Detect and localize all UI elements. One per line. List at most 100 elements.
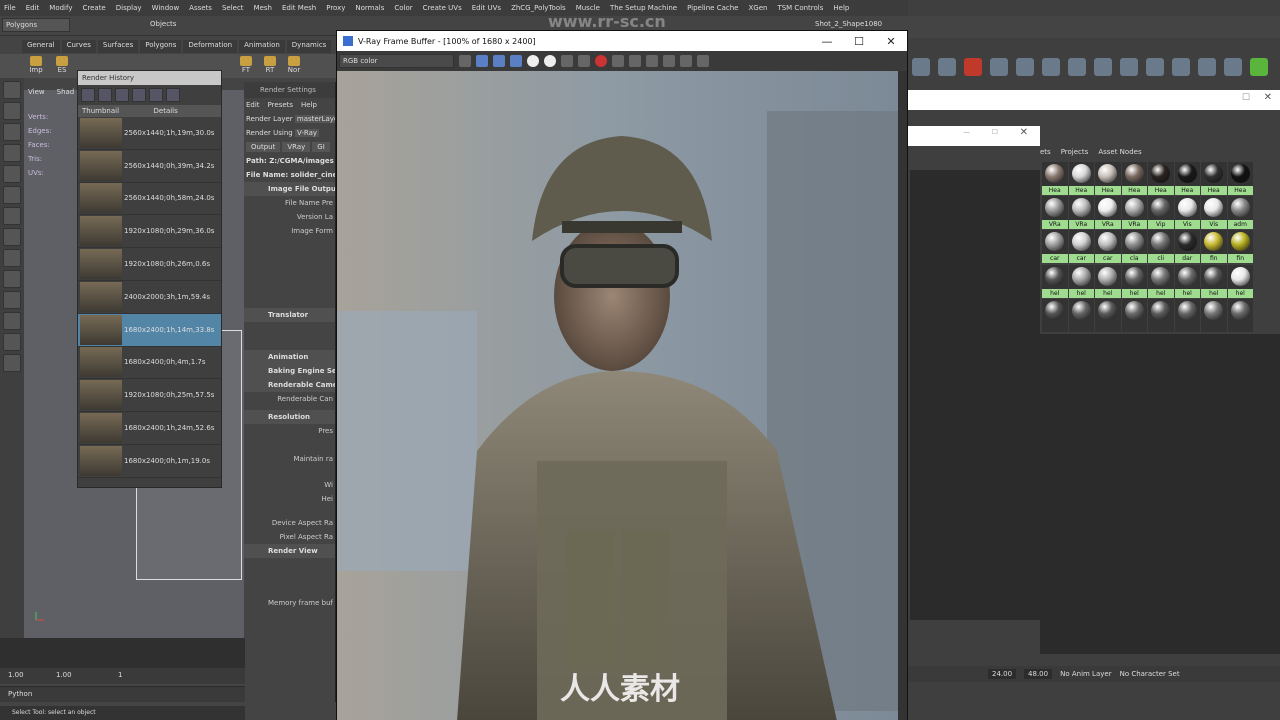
material-swatch[interactable]: Vip	[1148, 196, 1174, 230]
section-image-file-output[interactable]: Image File Output	[244, 182, 335, 196]
material-swatch[interactable]	[1148, 298, 1174, 332]
menu-proxy[interactable]: Proxy	[326, 4, 345, 12]
layout-hypershade-icon[interactable]	[3, 354, 21, 372]
material-swatch[interactable]: hel	[1068, 264, 1094, 298]
shelf-tab-animation[interactable]: Animation	[239, 40, 285, 53]
layout-four-icon[interactable]	[3, 270, 21, 288]
lasso-tool-icon[interactable]	[3, 102, 21, 120]
render-history-row[interactable]: 2560x1440;0h,39m,34.2s	[78, 150, 221, 183]
menu-tsm-controls[interactable]: TSM Controls	[777, 4, 823, 12]
alpha-icon[interactable]	[527, 55, 539, 67]
layout-outliner-icon[interactable]	[3, 312, 21, 330]
shelf-tool-icon[interactable]	[938, 58, 956, 76]
menu-color[interactable]: Color	[394, 4, 412, 12]
material-swatch[interactable]: Vis	[1201, 196, 1227, 230]
menu-zhcg-polytools[interactable]: ZhCG_PolyTools	[511, 4, 566, 12]
material-swatch[interactable]: Hea	[1121, 162, 1147, 195]
material-swatch[interactable]: car	[1042, 230, 1068, 264]
shelf-tab-general[interactable]: General	[22, 40, 60, 53]
shelf-tool-icon[interactable]	[990, 58, 1008, 76]
minimize-icon[interactable]: —	[811, 35, 843, 48]
material-swatch[interactable]: VRa	[1042, 196, 1068, 230]
compare-icon[interactable]	[663, 55, 675, 67]
section-renderable-cameras[interactable]: Renderable Came	[244, 378, 335, 392]
menu-muscle[interactable]: Muscle	[576, 4, 600, 12]
vfb-scrollbar[interactable]	[898, 71, 907, 720]
material-swatch[interactable]: VRa	[1068, 196, 1094, 230]
section-resolution[interactable]: Resolution	[244, 410, 335, 424]
render-layer-dropdown[interactable]: masterLayer	[294, 115, 335, 123]
red-channel-icon[interactable]	[476, 55, 488, 67]
material-swatch[interactable]: hel	[1042, 264, 1068, 298]
range-start-field[interactable]: 1.00	[8, 671, 24, 679]
close-icon[interactable]: ✕	[875, 35, 907, 48]
shelf-button-nor[interactable]: Nor	[284, 56, 304, 76]
material-swatch[interactable]: VRa	[1121, 196, 1147, 230]
soft-mod-icon[interactable]	[3, 207, 21, 225]
section-animation[interactable]: Animation	[244, 350, 335, 364]
material-swatch[interactable]: adm	[1227, 196, 1253, 230]
shelf-tool-icon[interactable]	[1016, 58, 1034, 76]
character-set-dropdown[interactable]: No Character Set	[1120, 670, 1180, 678]
lens-icon[interactable]	[697, 55, 709, 67]
select-tool-icon[interactable]	[3, 81, 21, 99]
timeline[interactable]	[0, 638, 245, 668]
layout-single-icon[interactable]	[3, 249, 21, 267]
menu-edit-mesh[interactable]: Edit Mesh	[282, 4, 316, 12]
material-swatch[interactable]: Hea	[1068, 162, 1094, 195]
menu-help[interactable]: Help	[833, 4, 849, 12]
shelf-tool-icon[interactable]	[912, 58, 930, 76]
menu-window[interactable]: Window	[152, 4, 180, 12]
material-swatch[interactable]: Hea	[1042, 162, 1068, 195]
anim-layer-dropdown[interactable]: No Anim Layer	[1060, 670, 1111, 678]
material-swatch[interactable]: hel	[1227, 264, 1253, 298]
menu-assets[interactable]: Assets	[189, 4, 212, 12]
region-icon[interactable]	[612, 55, 624, 67]
shelf-tool-icon[interactable]	[964, 58, 982, 76]
render-history-row[interactable]: 1680x2400;0h,1m,19.0s	[78, 445, 221, 478]
render-history-row[interactable]: 1920x1080;0h,29m,36.0s	[78, 215, 221, 249]
material-swatch[interactable]: hel	[1148, 264, 1174, 298]
viewport-menu-view[interactable]: View	[28, 88, 45, 96]
shelf-tool-icon[interactable]	[1042, 58, 1060, 76]
material-swatch[interactable]: Hea	[1148, 162, 1174, 195]
compare-icon[interactable]	[149, 88, 163, 102]
record-icon[interactable]	[132, 88, 146, 102]
menu-modify[interactable]: Modify	[49, 4, 72, 12]
menu-the-setup-machine[interactable]: The Setup Machine	[610, 4, 677, 12]
menu-file[interactable]: File	[4, 4, 16, 12]
shelf-button-rt[interactable]: RT	[260, 56, 280, 76]
menu-create-uvs[interactable]: Create UVs	[423, 4, 462, 12]
rs-tab-gi[interactable]: GI	[312, 142, 330, 152]
shelf-tab-deformation[interactable]: Deformation	[183, 40, 238, 53]
green-channel-icon[interactable]	[493, 55, 505, 67]
material-swatch[interactable]: car	[1068, 230, 1094, 264]
shelf-button-ft[interactable]: FT	[236, 56, 256, 76]
material-swatch[interactable]: Hea	[1174, 162, 1200, 195]
shelf-button-imp[interactable]: Imp	[26, 56, 46, 76]
menu-select[interactable]: Select	[222, 4, 244, 12]
playback-end-field[interactable]: 48.00	[1024, 669, 1053, 679]
minimize-icon[interactable]: —	[963, 128, 970, 136]
rendered-image[interactable]	[337, 71, 899, 720]
rs-tab-output[interactable]: Output	[246, 142, 281, 152]
section-render-view[interactable]: Render View	[244, 544, 335, 558]
material-swatch[interactable]: cli	[1148, 230, 1174, 264]
material-swatch[interactable]: Hea	[1227, 162, 1253, 195]
scale-tool-icon[interactable]	[3, 186, 21, 204]
shelf-tool-icon[interactable]	[1250, 58, 1268, 76]
material-swatch[interactable]	[1121, 298, 1147, 332]
channel-dropdown[interactable]: RGB color	[339, 54, 454, 68]
menu-edit[interactable]: Edit	[26, 4, 40, 12]
layout-persp-icon[interactable]	[3, 291, 21, 309]
rs-menu-presets[interactable]: Presets	[268, 98, 293, 112]
material-swatch[interactable]	[1095, 298, 1121, 332]
shelf-tab-dynamics[interactable]: Dynamics	[286, 40, 332, 53]
hypershade-tab-projects[interactable]: Projects	[1061, 148, 1089, 160]
shelf-tab-surfaces[interactable]: Surfaces	[97, 40, 139, 53]
rs-tab-vray[interactable]: VRay	[282, 142, 311, 152]
menu-mesh[interactable]: Mesh	[254, 4, 272, 12]
section-translator[interactable]: Translator	[244, 308, 335, 322]
material-swatch[interactable]: hel	[1095, 264, 1121, 298]
save-icon[interactable]	[98, 88, 112, 102]
